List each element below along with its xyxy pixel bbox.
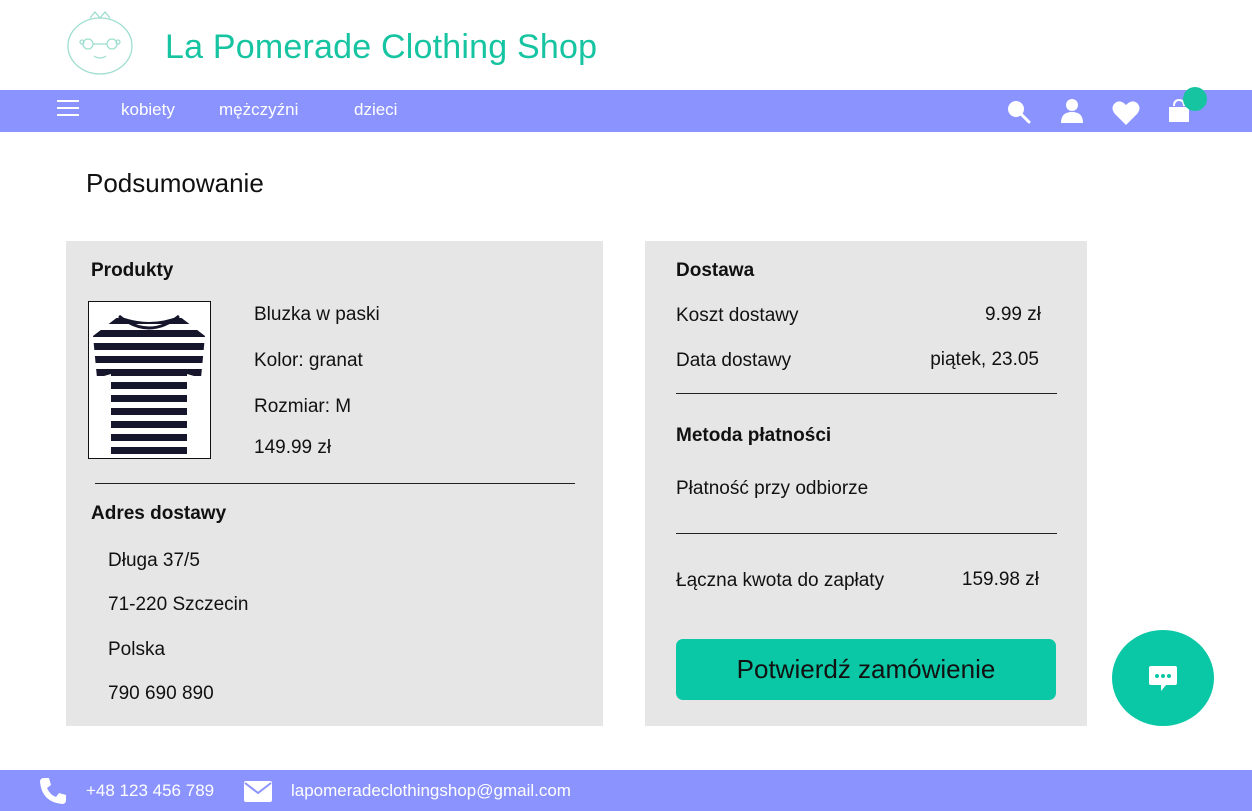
shop-logo bbox=[67, 10, 133, 75]
cart-badge bbox=[1183, 87, 1207, 111]
chat-button[interactable] bbox=[1112, 630, 1214, 726]
nav-link-kobiety[interactable]: kobiety bbox=[121, 100, 175, 120]
delivery-date-label: Data dostawy bbox=[676, 350, 792, 371]
product-size: Rozmiar: M bbox=[254, 396, 352, 417]
footer-email[interactable]: lapomeradeclothingshop@gmail.com bbox=[291, 781, 571, 801]
product-color: Kolor: granat bbox=[254, 350, 363, 371]
total-label: Łączna kwota do zapłaty bbox=[676, 570, 885, 591]
divider bbox=[676, 393, 1057, 394]
delivery-heading: Dostawa bbox=[676, 260, 755, 281]
shop-title: La Pomerade Clothing Shop bbox=[165, 28, 598, 66]
divider bbox=[95, 483, 575, 484]
nav-link-dzieci[interactable]: dzieci bbox=[354, 100, 397, 120]
heart-icon[interactable] bbox=[1112, 100, 1140, 126]
confirm-order-button[interactable]: Potwierdź zamówienie bbox=[676, 639, 1056, 700]
delivery-date-value: piątek, 23.05 bbox=[930, 349, 1039, 370]
product-price: 149.99 zł bbox=[254, 437, 332, 458]
products-heading: Produkty bbox=[91, 260, 174, 281]
delivery-cost-value: 9.99 zł bbox=[985, 304, 1041, 325]
nav-link-mezczyzni[interactable]: mężczyźni bbox=[219, 100, 298, 120]
product-name: Bluzka w paski bbox=[254, 304, 380, 325]
mail-icon bbox=[244, 781, 272, 802]
address-city: 71-220 Szczecin bbox=[108, 594, 249, 615]
address-street: Długa 37/5 bbox=[108, 550, 200, 571]
address-country: Polska bbox=[108, 639, 166, 660]
chat-icon bbox=[1149, 666, 1177, 691]
address-heading: Adres dostawy bbox=[91, 503, 227, 524]
page-title: Podsumowanie bbox=[86, 168, 264, 198]
total-value: 159.98 zł bbox=[961, 569, 1039, 590]
user-icon[interactable] bbox=[1060, 98, 1084, 124]
search-icon[interactable] bbox=[1006, 99, 1032, 125]
delivery-cost-label: Koszt dostawy bbox=[676, 305, 799, 326]
product-image[interactable] bbox=[88, 301, 211, 459]
payment-heading: Metoda płatności bbox=[676, 425, 832, 446]
phone-icon bbox=[40, 778, 66, 804]
footer-phone[interactable]: +48 123 456 789 bbox=[86, 781, 214, 801]
divider bbox=[676, 533, 1057, 534]
address-phone: 790 690 890 bbox=[108, 683, 214, 704]
payment-method: Płatność przy odbiorze bbox=[676, 478, 869, 499]
menu-icon[interactable] bbox=[57, 100, 79, 120]
